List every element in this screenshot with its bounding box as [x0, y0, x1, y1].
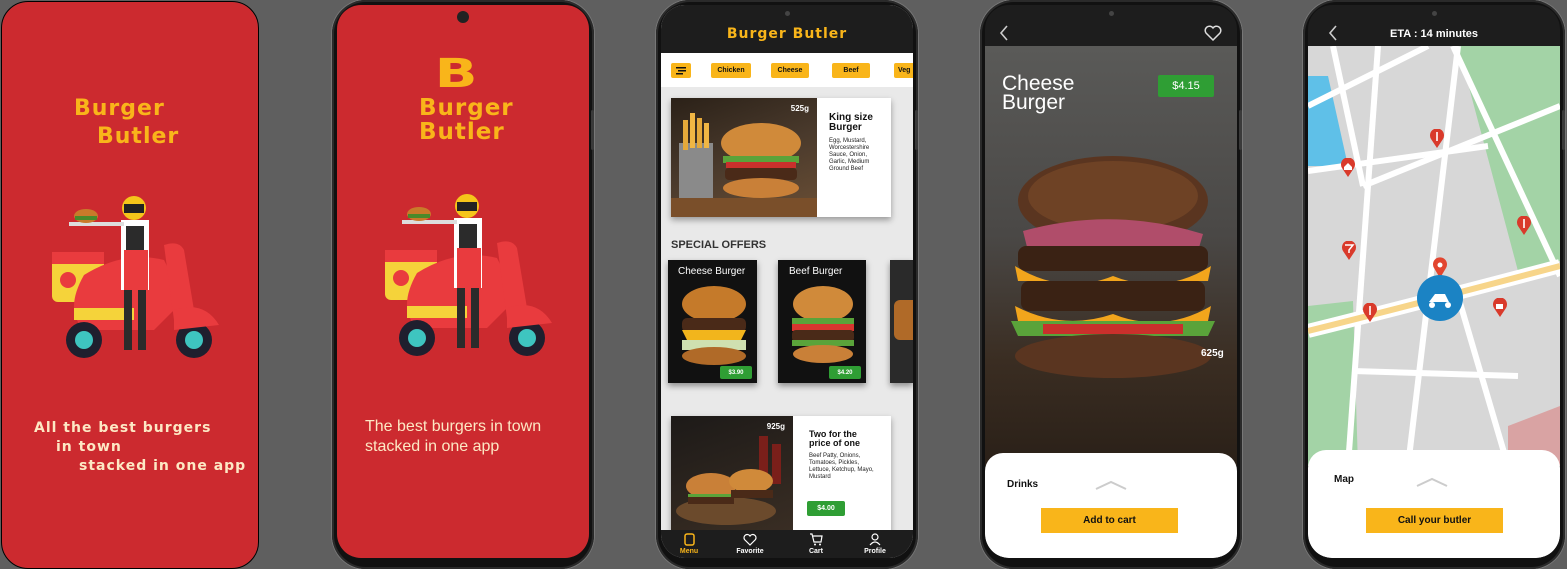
profile-icon [869, 533, 881, 546]
offer-price: $4.20 [829, 366, 861, 379]
front-camera [785, 11, 790, 16]
tracking-screen: ETA : 14 minutes Map Call your butler [1308, 5, 1560, 558]
pin-home-icon[interactable] [1340, 157, 1356, 183]
phone-frame-2: B Burger Butler The best burgers in town… [332, 0, 594, 569]
front-camera [1109, 11, 1114, 16]
sheet-expand-handle[interactable] [1095, 477, 1127, 495]
featured-weight: 525g [790, 104, 809, 113]
sheet-label: Map [1334, 474, 1354, 485]
chevron-left-icon [999, 25, 1008, 41]
cart-icon [810, 533, 823, 546]
offer-name: Beef Burger [789, 266, 843, 277]
special-offers-heading: SPECIAL OFFERS [671, 239, 767, 251]
deal-name: Two for the price of one [809, 429, 861, 448]
beef-burger-photo [792, 286, 854, 363]
splash-screen-2: B Burger Butler The best burgers in town… [337, 5, 589, 558]
offer-card-partial[interactable] [890, 260, 913, 383]
deal-ingredients: Beef Patty, Onions, Tomatoes, Pickles, L… [809, 453, 874, 480]
bottom-sheet: Drinks Add to cart [985, 453, 1237, 558]
offer-card-beef[interactable]: Beef Burger $4.20 [778, 260, 866, 383]
filter-button[interactable] [671, 63, 691, 78]
category-beef[interactable]: Beef [832, 63, 870, 78]
eta-label: ETA : 14 minutes [1389, 28, 1479, 40]
tagline-line1: All the best burgers [34, 420, 212, 436]
butler-scooter-illustration [385, 194, 552, 356]
product-weight: 625g [1201, 348, 1224, 359]
phone-frame-3: Burger Butler Chicken Cheese Beef Veg 52… [656, 0, 918, 569]
heart-icon [1204, 25, 1222, 42]
sheet-label: Drinks [1007, 479, 1039, 490]
favorite-button[interactable] [1204, 25, 1222, 46]
menu-icon [683, 533, 695, 546]
nav-label: Profile [864, 548, 886, 555]
pin-cafe-icon[interactable] [1492, 297, 1508, 323]
pin-restaurant-icon[interactable] [1429, 128, 1445, 154]
call-butler-button[interactable]: Call your butler [1366, 508, 1503, 533]
sheet-expand-handle[interactable] [1416, 474, 1448, 492]
chevron-up-icon [1416, 477, 1448, 487]
tagline-line2: stacked in one app [365, 438, 500, 455]
pin-restaurant-icon[interactable] [1362, 302, 1378, 328]
product-name-line2: Burger [1002, 91, 1066, 114]
front-camera [1432, 11, 1437, 16]
nav-profile[interactable]: Profile [855, 533, 895, 555]
pin-restaurant-icon[interactable] [1516, 215, 1532, 241]
offer-name: Cheese Burger [678, 266, 746, 277]
logo-mark: B [434, 51, 479, 97]
nav-label: Menu [679, 548, 699, 555]
menu-header: Burger Butler [661, 5, 913, 53]
cheese-burger-photo [1011, 156, 1215, 378]
bottom-nav: Menu Favorite Cart Profile [661, 530, 913, 558]
deal-price: $4.00 [807, 501, 845, 516]
detail-screen: 625g Cheese Burger $4.15 Drinks Add to c… [985, 5, 1237, 558]
phone-frame-4: 625g Cheese Burger $4.15 Drinks Add to c… [980, 0, 1242, 569]
front-camera [457, 11, 469, 23]
phone-frame-5: ETA : 14 minutes Map Call your butler [1303, 0, 1565, 569]
splash-screen-1: Burger Butler All the best burgers in to… [1, 1, 259, 569]
filter-icon [676, 66, 686, 74]
tagline-line1: The best burgers in town [365, 418, 542, 435]
category-chicken[interactable]: Chicken [711, 63, 751, 78]
featured-name: King size Burger [829, 112, 873, 133]
pin-bar-icon[interactable] [1341, 240, 1357, 266]
offer-card-cheese[interactable]: Cheese Burger $3.90 [668, 260, 757, 383]
heart-icon [743, 533, 757, 546]
category-veg[interactable]: Veg [894, 63, 913, 78]
logo-text-line1: Burger [74, 96, 165, 121]
menu-screen: Burger Butler Chicken Cheese Beef Veg 52… [661, 5, 913, 558]
offer-price: $3.90 [720, 366, 752, 379]
app-title: Burger Butler [726, 26, 848, 42]
featured-card[interactable]: 525g King size Burger Egg, Mustard, Worc… [671, 98, 891, 217]
add-to-cart-button[interactable]: Add to cart [1041, 508, 1178, 533]
butler-location-marker[interactable] [1415, 256, 1465, 326]
deal-image: 925g [671, 416, 793, 536]
bottom-sheet: Map Call your butler [1308, 450, 1560, 558]
delivery-map[interactable] [1308, 46, 1560, 466]
deal-weight: 925g [766, 422, 785, 431]
deal-card[interactable]: 925g Two for the price of one Beef Patty… [671, 416, 891, 536]
tagline-line3: stacked in one app [79, 458, 247, 474]
nav-favorite[interactable]: Favorite [730, 533, 770, 555]
nav-menu[interactable]: Menu [669, 533, 709, 555]
logo-text-line2: Butler [419, 119, 505, 145]
category-cheese[interactable]: Cheese [771, 63, 809, 78]
category-bar: Chicken Cheese Beef Veg [661, 53, 913, 87]
nav-cart[interactable]: Cart [796, 533, 836, 555]
chevron-up-icon [1095, 480, 1127, 490]
butler-scooter-illustration [52, 196, 219, 358]
back-button[interactable] [999, 25, 1009, 46]
two-burgers-photo [676, 436, 781, 525]
featured-ingredients: Egg, Mustard, Worcestershire Sauce, Onio… [829, 138, 870, 172]
product-price: $4.15 [1158, 75, 1214, 97]
nav-label: Favorite [736, 548, 764, 555]
nav-label: Cart [808, 548, 823, 555]
featured-image: 525g [671, 98, 817, 217]
logo-text-line1: Burger [419, 95, 514, 121]
tagline-line2: in town [56, 439, 122, 455]
fries-burger-photo [671, 113, 817, 217]
logo-text-line2: Butler [97, 124, 180, 149]
cheese-burger-photo [682, 286, 746, 365]
